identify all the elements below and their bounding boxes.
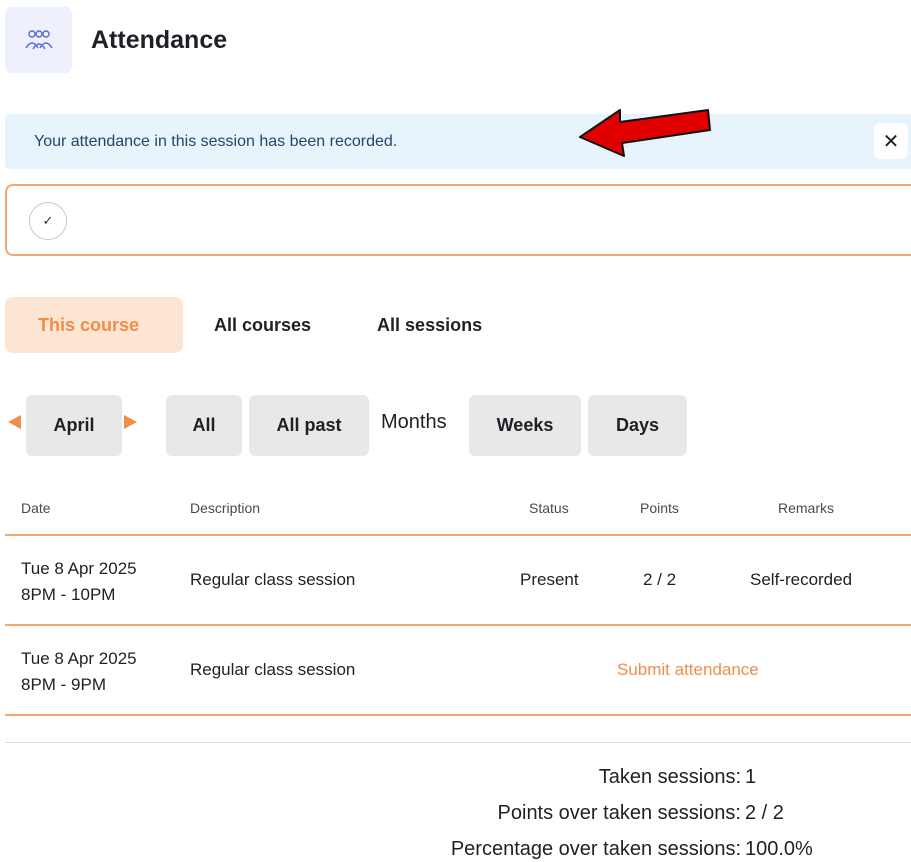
filter-months-label: Months	[381, 411, 447, 433]
session-description: Regular class session	[190, 660, 356, 679]
divider	[5, 742, 911, 743]
tab-all-sessions[interactable]: All sessions	[377, 297, 482, 353]
summary-value: 1	[745, 766, 757, 788]
session-description: Regular class session	[190, 570, 356, 589]
summary-label: Points over taken sessions:	[497, 802, 741, 824]
session-date: Tue 8 Apr 2025	[21, 649, 137, 668]
alert-message: Your attendance in this session has been…	[34, 132, 398, 150]
summary-label: Taken sessions:	[598, 766, 741, 788]
page-title: Attendance	[91, 25, 228, 54]
period-filters: April All All past Months Weeks Days	[0, 395, 911, 456]
tab-all-courses[interactable]: All courses	[214, 297, 311, 353]
table-header: Date Description Status Points Remarks	[5, 492, 911, 536]
success-alert: Your attendance in this session has been…	[5, 114, 911, 169]
attendance-check-panel: ✓	[5, 184, 911, 256]
column-header-remarks: Remarks	[778, 500, 835, 516]
session-date: Tue 8 Apr 2025	[21, 559, 137, 578]
filter-weeks-button[interactable]: Weeks	[469, 395, 581, 456]
next-month-icon[interactable]	[124, 415, 137, 429]
session-time: 8PM - 9PM	[21, 675, 107, 694]
summary-value: 100.0%	[745, 838, 813, 860]
session-time: 8PM - 10PM	[21, 585, 116, 604]
table-row: Tue 8 Apr 2025 8PM - 9PM Regular class s…	[5, 626, 911, 716]
filter-all-button[interactable]: All	[166, 395, 242, 456]
page-header: Attendance	[5, 7, 227, 73]
filter-all-past-button[interactable]: All past	[249, 395, 369, 456]
column-header-date: Date	[21, 500, 51, 516]
check-icon[interactable]: ✓	[29, 202, 67, 240]
session-datetime: Tue 8 Apr 2025 8PM - 10PM	[21, 556, 137, 608]
close-icon[interactable]: ✕	[874, 123, 908, 159]
column-header-description: Description	[190, 500, 261, 516]
sessions-table: Date Description Status Points Remarks T…	[5, 492, 911, 716]
column-header-points: Points	[640, 500, 679, 516]
column-header-status: Status	[529, 500, 569, 516]
scope-tabs: This course All courses All sessions	[5, 297, 482, 353]
users-icon	[5, 7, 72, 73]
session-remarks: Self-recorded	[750, 570, 853, 589]
session-points: 2 / 2	[643, 570, 677, 589]
submit-attendance-link[interactable]: Submit attendance	[617, 660, 759, 680]
current-month-button[interactable]: April	[26, 395, 122, 456]
session-status: Present	[520, 570, 579, 589]
filter-days-button[interactable]: Days	[588, 395, 687, 456]
tab-this-course[interactable]: This course	[5, 297, 183, 353]
red-arrow-annotation	[579, 109, 711, 157]
session-datetime: Tue 8 Apr 2025 8PM - 9PM	[21, 646, 137, 698]
table-row: Tue 8 Apr 2025 8PM - 10PM Regular class …	[5, 536, 911, 626]
summary-label: Percentage over taken sessions:	[450, 838, 741, 860]
previous-month-icon[interactable]	[8, 415, 21, 429]
summary-value: 2 / 2	[745, 802, 784, 824]
